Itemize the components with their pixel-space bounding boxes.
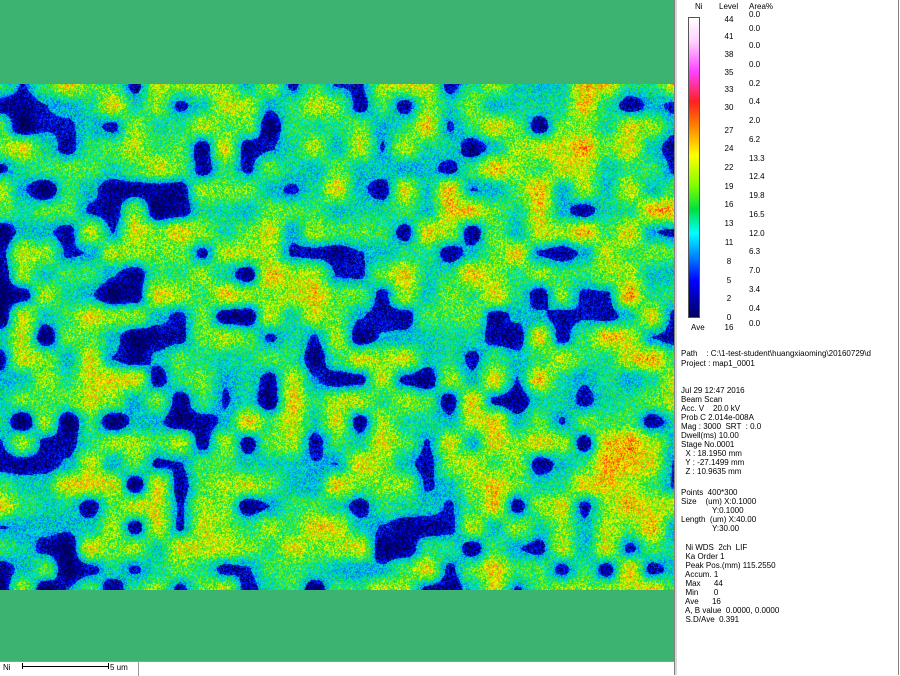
area-percent-value: 0.0 [749, 41, 761, 50]
info-line: Ni WDS 2ch LIF [681, 543, 748, 552]
info-line: Min 0 [681, 588, 719, 597]
info-line: Beam Scan [681, 395, 723, 404]
info-line: S.D/Ave 0.391 [681, 615, 740, 624]
map-element-label: Ni [3, 663, 11, 672]
info-line: Mag : 3000 SRT : 0.0 [681, 422, 762, 431]
level-value: 19 [724, 182, 734, 191]
area-percent-value: 19.8 [749, 191, 765, 200]
element-map-panel [0, 0, 674, 661]
legend-header-element: Ni [695, 2, 703, 11]
area-percent-value: 7.0 [749, 266, 761, 275]
area-percent-value: 0.0 [749, 319, 761, 328]
path-text: Path : C:\1-test-student\huangxiaoming\2… [681, 349, 871, 358]
level-value: 2 [726, 294, 732, 303]
area-percent-value: 6.2 [749, 135, 761, 144]
level-value: 0 [726, 313, 732, 322]
ni-element-map-image [0, 84, 674, 590]
info-line: Stage No.0001 [681, 440, 735, 449]
area-percent-value: 2.0 [749, 116, 761, 125]
level-value: 8 [726, 257, 732, 266]
info-line: Jul 29 12:47 2016 [681, 386, 745, 395]
area-percent-value: 12.0 [749, 229, 765, 238]
info-line: Ka Order 1 [681, 552, 725, 561]
info-line: Dwell(ms) 10.00 [681, 431, 739, 440]
info-line: Prob C 2.014e-008A [681, 413, 754, 422]
level-value: 41 [724, 32, 734, 41]
status-separator [138, 662, 139, 676]
level-value: 38 [724, 50, 734, 59]
level-value: 11 [724, 238, 734, 247]
info-line: Acc. V 20.0 kV [681, 404, 741, 413]
area-percent-value: 0.2 [749, 79, 761, 88]
scale-bar [22, 666, 108, 667]
info-panel: Ni Level Area% 44 41 38 35 33 30 27 24 2… [677, 0, 899, 675]
info-line: Max 44 [681, 579, 723, 588]
level-value: 44 [724, 15, 734, 24]
level-value: 35 [724, 68, 734, 77]
info-line: Y:30.00 [681, 524, 740, 533]
info-line: Y : -27.1499 mm [681, 458, 745, 467]
info-line: Points 400*300 [681, 488, 738, 497]
info-line: Size (um) X:0.1000 [681, 497, 757, 506]
level-value: 13 [724, 219, 734, 228]
area-percent-value: 3.4 [749, 285, 761, 294]
info-line: Length (um) X:40.00 [681, 515, 757, 524]
scale-bar-label: 5 um [110, 663, 128, 672]
info-line: Z : 10.9635 mm [681, 467, 742, 476]
ave-value: 16 [724, 323, 734, 332]
area-percent-value: 13.3 [749, 154, 765, 163]
area-percent-value: 0.4 [749, 304, 761, 313]
info-line: Accum. 1 [681, 570, 719, 579]
area-percent-value: 0.0 [749, 60, 761, 69]
info-line: Peak Pos.(mm) 115.2550 [681, 561, 776, 570]
level-value: 22 [724, 163, 734, 172]
info-line: X : 18.1950 mm [681, 449, 742, 458]
level-value: 33 [724, 85, 734, 94]
level-value: 24 [724, 144, 734, 153]
project-text: Project : map1_0001 [681, 359, 755, 368]
info-line: A, B value 0.0000, 0.0000 [681, 606, 780, 615]
scale-bar-tick-right [108, 663, 109, 669]
level-value: 5 [726, 276, 732, 285]
area-percent-value: 12.4 [749, 172, 765, 181]
area-percent-value: 0.0 [749, 24, 761, 33]
ave-label: Ave [691, 323, 705, 332]
level-value: 30 [724, 103, 734, 112]
area-percent-value: 0.0 [749, 10, 761, 19]
info-line: Ave 16 [681, 597, 721, 606]
area-percent-value: 0.4 [749, 97, 761, 106]
level-value: 27 [724, 126, 734, 135]
map-status-bar: Ni 5 um [0, 661, 674, 676]
area-percent-value: 16.5 [749, 210, 765, 219]
info-line: Y:0.1000 [681, 506, 744, 515]
color-scale-bar [688, 17, 700, 318]
area-percent-value: 6.3 [749, 247, 761, 256]
level-value: 16 [724, 200, 734, 209]
legend-header-level: Level [719, 2, 739, 11]
